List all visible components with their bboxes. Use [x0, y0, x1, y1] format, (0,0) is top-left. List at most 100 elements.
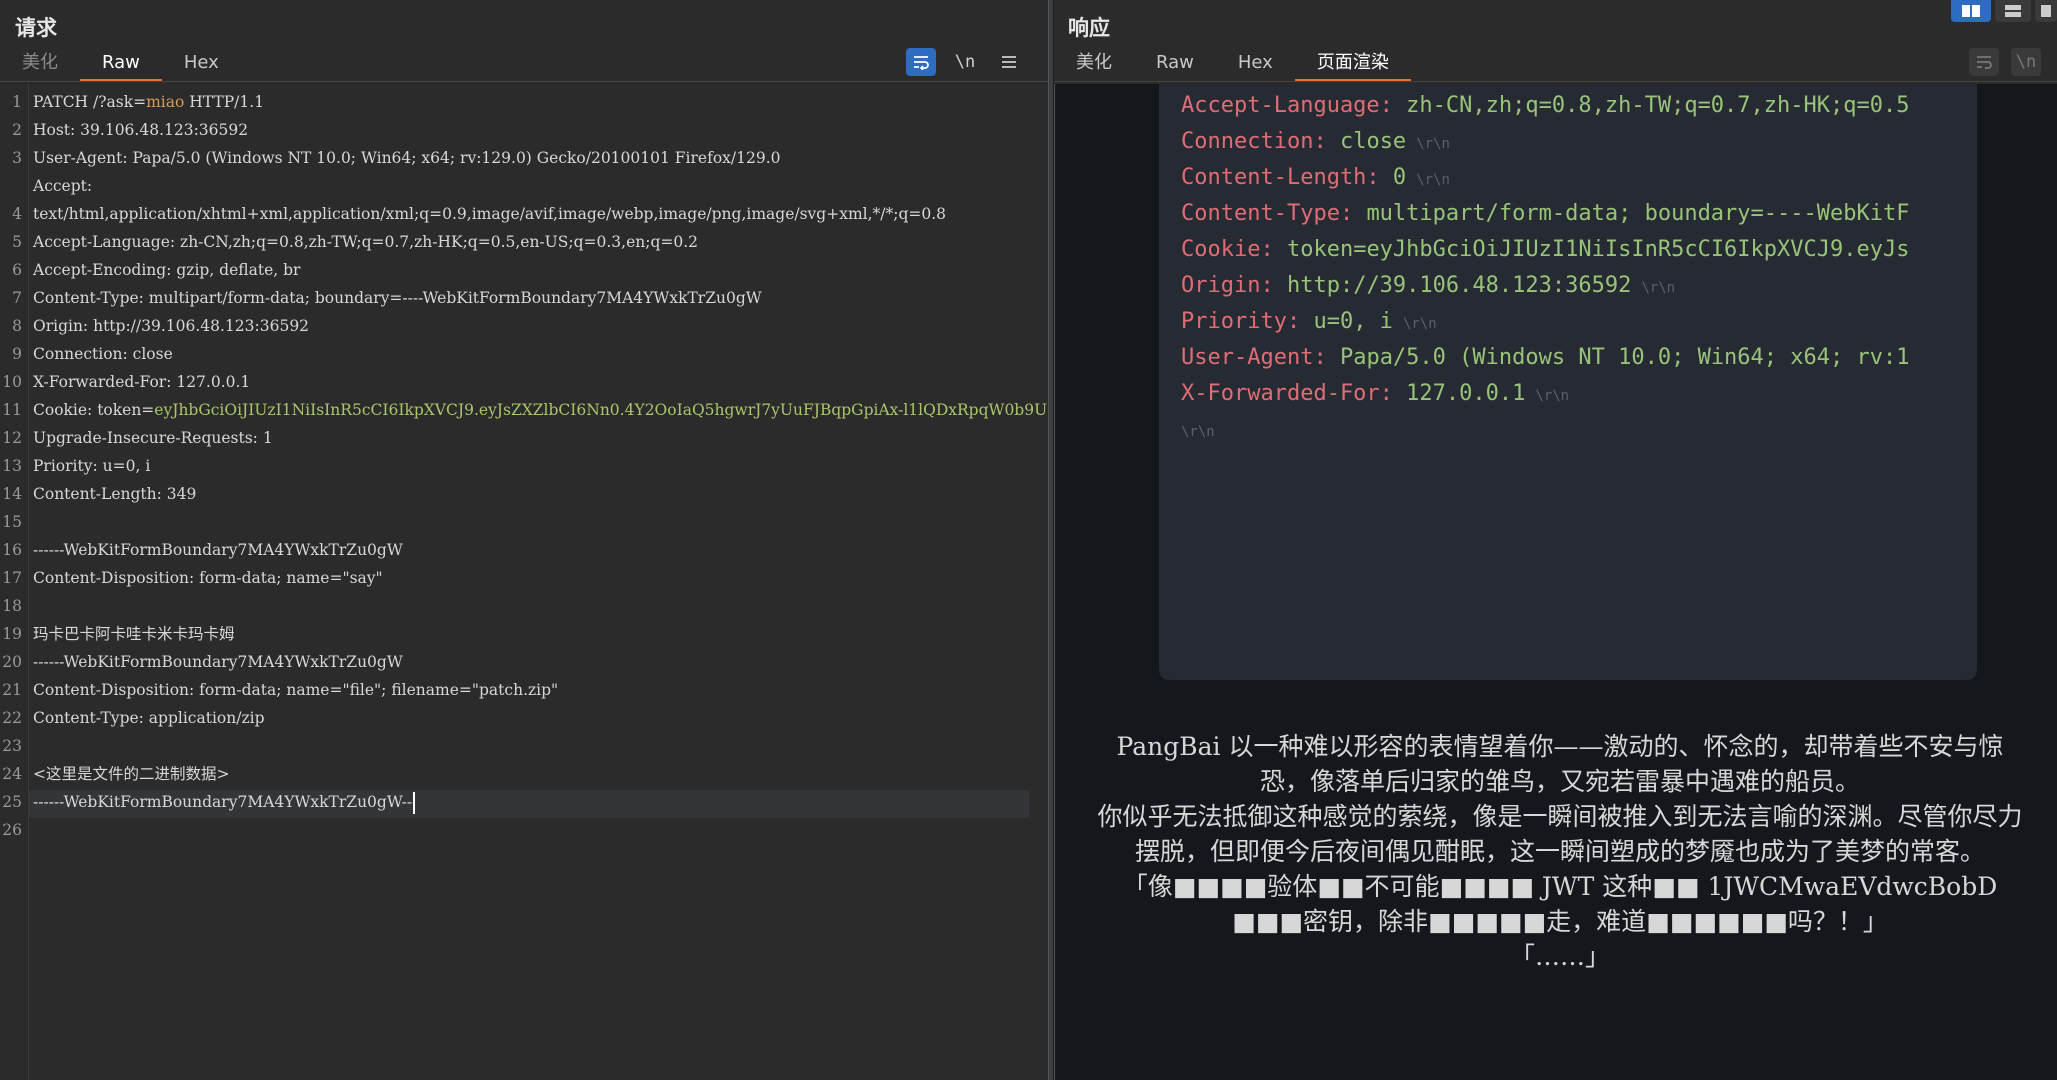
rendered-page: Accept-Language: zh-CN,zh;q=0.8,zh-TW;q=… — [1054, 84, 2057, 1080]
crlf-marker: \r\n — [1416, 172, 1450, 188]
code-line: X-Forwarded-For: 127.0.0.1 — [33, 373, 251, 391]
response-header-row: Connection: close \r\n — [1181, 124, 1450, 160]
story-paragraph: 「……」 — [1509, 942, 1610, 971]
code-line: Cookie: token=eyJhbGciOiJIUzI1NiIsInR5cC… — [33, 401, 1048, 419]
response-header-row: Cookie: token=eyJhbGciOiJIUzI1NiIsInR5cC… — [1181, 232, 1910, 268]
code-line: Accept-Language: zh-CN,zh;q=0.8,zh-TW;q=… — [33, 233, 699, 251]
request-tabs: 美化 Raw Hex — [0, 50, 241, 82]
header-value: close — [1339, 129, 1407, 154]
line-number: 13 — [2, 457, 22, 475]
line-number: 24 — [2, 765, 22, 783]
header-value: zh-CN,zh;q=0.8,zh-TW;q=0.7,zh-HK;q=0.5 — [1406, 93, 1910, 118]
response-title: 响应 — [1068, 16, 1110, 40]
line-number — [0, 172, 22, 200]
header-value: multipart/form-data; boundary=----WebKit… — [1366, 201, 1910, 226]
header-value: token=eyJhbGciOiJIUzI1NiIsInR5cCI6IkpXVC… — [1286, 237, 1910, 262]
story-paragraph: 你似乎无法抵御这种感觉的萦绕，像是一瞬间被推入到无法言喻的深渊。尽管你尽力摆脱，… — [1097, 802, 2023, 866]
wrap-lines-icon[interactable] — [906, 48, 936, 76]
code-line: Priority: u=0, i — [33, 457, 151, 475]
request-title: 请求 — [15, 16, 57, 40]
line-number: 26 — [2, 821, 22, 839]
line-number: 19 — [2, 625, 22, 643]
code-line: Accept-Encoding: gzip, deflate, br — [33, 261, 301, 279]
code-line: ------WebKitFormBoundary7MA4YWxkTrZu0gW-… — [33, 788, 416, 816]
line-number: 23 — [2, 737, 22, 755]
request-tab-pretty[interactable]: 美化 — [0, 50, 80, 82]
request-tab-hex[interactable]: Hex — [162, 50, 241, 82]
code-line: <这里是文件的二进制数据> — [33, 765, 230, 783]
request-editor[interactable]: 1 2 3 4 5 6 7 8 9 10 11 12 13 14 15 16 17 18 19 20 21 22 23 24 2… — [0, 84, 1048, 1080]
line-number: 21 — [2, 681, 22, 699]
code-line: Connection: close — [33, 345, 173, 363]
header-key: Accept-Language: — [1181, 93, 1407, 118]
cookie-token-value: eyJhbGciOiJIUzI1NiIsInR5cCI6IkpXVCJ9.eyJ… — [154, 401, 1048, 419]
request-tabs-divider — [0, 81, 1048, 82]
response-pane: 响应 美化 Raw Hex 页面渲染 \n Accept-Language: z… — [1054, 0, 2057, 1080]
header-value: 127.0.0.1 — [1406, 381, 1526, 406]
code-line: Content-Type: multipart/form-data; bound… — [33, 289, 762, 307]
newline-toggle-button[interactable]: \n — [950, 48, 980, 76]
line-number: 5 — [12, 233, 22, 251]
code-line: User-Agent: Papa/5.0 (Windows NT 10.0; W… — [33, 149, 781, 167]
headers-card: Accept-Language: zh-CN,zh;q=0.8,zh-TW;q=… — [1159, 84, 1977, 680]
code-line: Origin: http://39.106.48.123:36592 — [33, 317, 310, 335]
response-header-row: Priority: u=0, i \r\n — [1181, 304, 1437, 340]
line-number-gutter: 1 2 3 4 5 6 7 8 9 10 11 12 13 14 15 16 17 18 19 20 21 22 23 24 2… — [0, 84, 29, 1080]
response-tab-render[interactable]: 页面渲染 — [1294, 50, 1411, 82]
crlf-marker: \r\n — [1535, 388, 1570, 404]
split-vertical-layout-icon[interactable] — [1995, 0, 2031, 22]
code-line: Accept: — [33, 177, 93, 195]
crlf-marker: \r\n — [1641, 280, 1676, 296]
crlf-marker: \r\n — [1181, 424, 1215, 440]
request-tab-raw[interactable]: Raw — [80, 50, 162, 82]
response-tab-raw[interactable]: Raw — [1134, 50, 1216, 82]
header-key: X-Forwarded-For: — [1181, 381, 1407, 406]
header-key: Content-Type: — [1181, 201, 1367, 226]
code-line: ------WebKitFormBoundary7MA4YWxkTrZu0gW — [33, 653, 403, 671]
response-tabs: 美化 Raw Hex 页面渲染 — [1054, 50, 1411, 82]
story-text: PangBai 以一种难以形容的表情望着你——激动的、怀念的，却带着些不安与惊恐… — [1095, 729, 2025, 974]
code-line: text/html,application/xhtml+xml,applicat… — [33, 205, 947, 223]
line-number: 2 — [12, 121, 22, 139]
header-value: http://39.106.48.123:36592 — [1286, 273, 1632, 298]
text-caret — [413, 792, 416, 814]
code-line: Upgrade-Insecure-Requests: 1 — [33, 429, 273, 447]
request-pane: 请求 美化 Raw Hex \n 1 2 3 4 5 6 7 8 9 10 11 12 13 14 15 16… — [0, 0, 1048, 1080]
trailing-crlf-row: \r\n — [1181, 412, 1215, 448]
line-number: 14 — [2, 485, 22, 503]
hamburger-menu-icon[interactable] — [994, 48, 1024, 76]
crlf-marker: \r\n — [1416, 136, 1450, 152]
line-number: 20 — [2, 653, 22, 671]
code-line: PATCH /?ask=miao HTTP/1.1 — [33, 93, 265, 111]
line-number: 18 — [2, 597, 22, 615]
wrap-lines-icon[interactable] — [1969, 48, 1999, 76]
code-line: Content-Length: 349 — [33, 485, 197, 503]
line-number: 12 — [2, 429, 22, 447]
header-key: Origin: — [1181, 273, 1287, 298]
single-layout-icon[interactable] — [2035, 0, 2057, 22]
line-number: 16 — [2, 541, 22, 559]
response-header-row: User-Agent: Papa/5.0 (Windows NT 10.0; W… — [1181, 340, 1910, 376]
line-number: 7 — [12, 289, 22, 307]
newline-toggle-button[interactable]: \n — [2011, 48, 2041, 76]
code-line: 玛卡巴卡阿卡哇卡米卡玛卡姆 — [33, 625, 235, 643]
line-number: 4 — [12, 205, 22, 223]
story-paragraph: PangBai 以一种难以形容的表情望着你——激动的、怀念的，却带着些不安与惊恐… — [1116, 732, 2004, 796]
line-number: 25 — [2, 793, 22, 811]
response-header-row: Content-Length: 0 \r\n — [1181, 160, 1450, 196]
response-header-row: Accept-Language: zh-CN,zh;q=0.8,zh-TW;q=… — [1181, 88, 1910, 124]
response-tabs-divider — [1054, 81, 2057, 82]
line-number: 3 — [12, 149, 22, 167]
story-paragraph: 「像■■■■验体■■不可能■■■■ JWT 这种■■ 1JWCMwaEVdwcB… — [1122, 872, 1998, 936]
line-number: 11 — [2, 401, 22, 419]
code-line: Content-Disposition: form-data; name="sa… — [33, 569, 383, 587]
split-horizontal-layout-icon[interactable] — [1951, 0, 1991, 22]
header-value: Papa/5.0 (Windows NT 10.0; Win64; x64; r… — [1339, 345, 1910, 370]
response-tab-hex[interactable]: Hex — [1216, 50, 1295, 82]
header-key: Priority: — [1181, 309, 1314, 334]
line-number: 6 — [12, 261, 22, 279]
header-key: Cookie: — [1181, 237, 1287, 262]
crlf-marker: \r\n — [1402, 316, 1437, 332]
header-value: 0 — [1392, 165, 1407, 190]
response-tab-pretty[interactable]: 美化 — [1054, 50, 1134, 82]
